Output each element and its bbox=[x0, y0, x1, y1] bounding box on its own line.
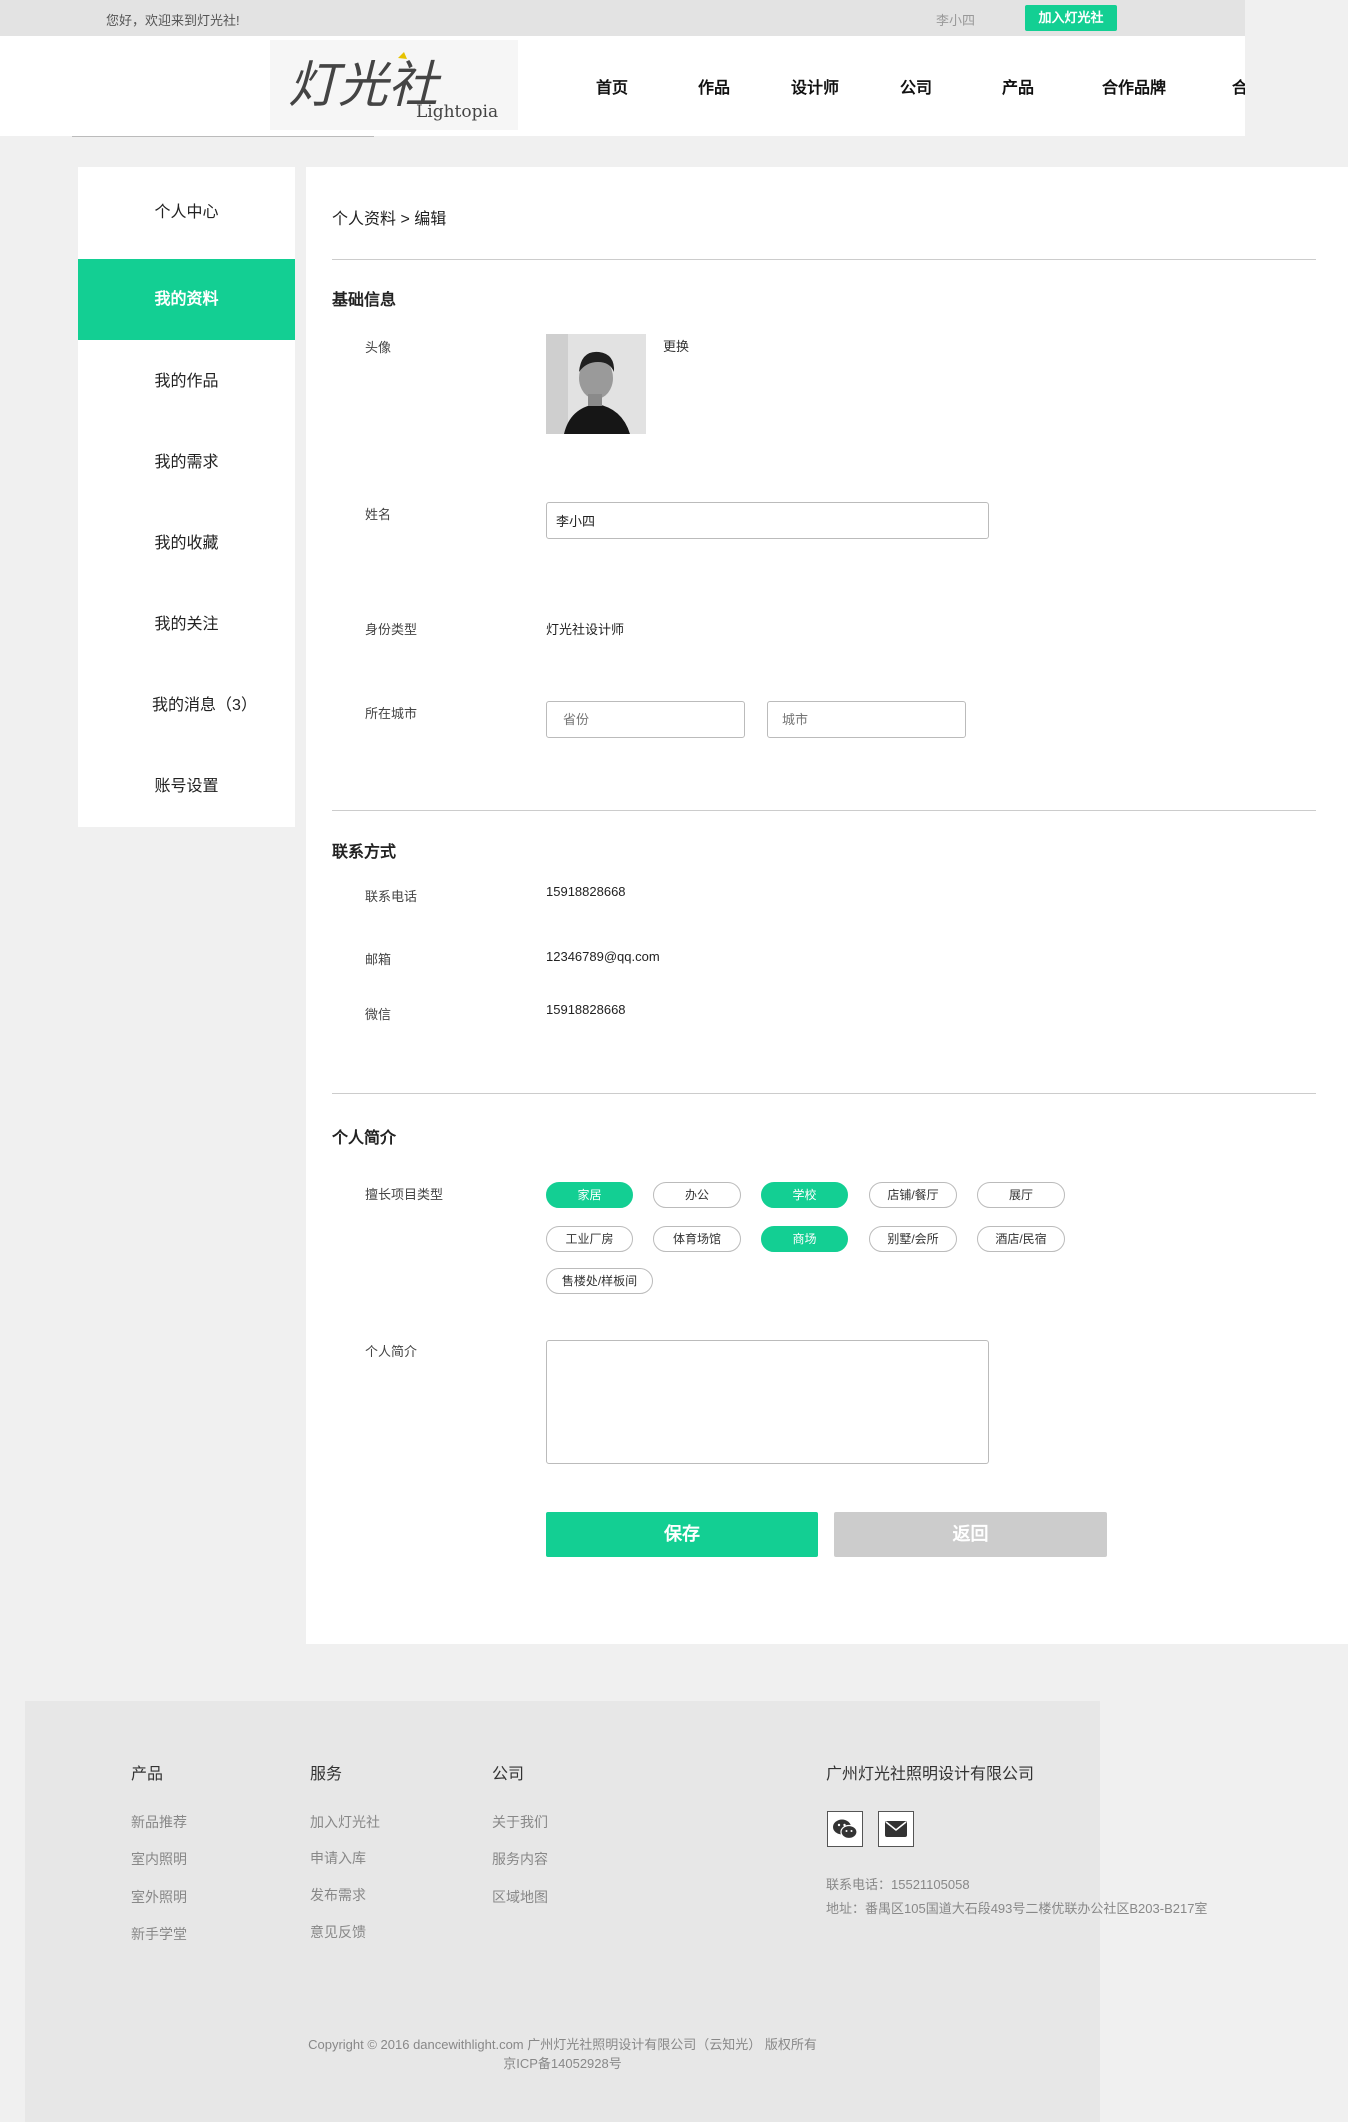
change-avatar-link[interactable]: 更换 bbox=[663, 336, 689, 355]
tag-shop-restaurant[interactable]: 店铺/餐厅 bbox=[869, 1182, 957, 1208]
footer-link[interactable]: 加入灯光社 bbox=[310, 1812, 380, 1832]
nav-works[interactable]: 作品 bbox=[698, 74, 730, 98]
join-button[interactable]: 加入灯光社 bbox=[1025, 5, 1117, 31]
sidebar-item-my-demands[interactable]: 我的需求 bbox=[78, 422, 295, 503]
province-select[interactable] bbox=[546, 701, 745, 738]
site-logo[interactable]: 灯光社 Lightopia bbox=[270, 40, 518, 130]
wechat-value: 15918828668 bbox=[546, 1002, 626, 1017]
footer-link[interactable]: 服务内容 bbox=[492, 1849, 548, 1869]
mail-icon[interactable] bbox=[878, 1811, 914, 1847]
footer-address: 地址：番禺区105国道大石段493号二楼优联办公社区B203-B217室 bbox=[826, 1901, 1208, 1916]
footer-link[interactable]: 申请入库 bbox=[310, 1848, 366, 1868]
footer-link[interactable]: 意见反馈 bbox=[310, 1922, 366, 1942]
city-select[interactable] bbox=[767, 701, 966, 738]
logo-graphic: 灯光社 Lightopia bbox=[288, 52, 498, 122]
welcome-text: 您好，欢迎来到灯光社! bbox=[106, 13, 240, 28]
breadcrumb: 个人资料 > 编辑 bbox=[332, 211, 447, 228]
divider bbox=[332, 1093, 1316, 1094]
sidebar-item-my-profile[interactable]: 我的资料 bbox=[78, 259, 295, 340]
tag-sales-center[interactable]: 售楼处/样板间 bbox=[546, 1268, 653, 1294]
avatar[interactable] bbox=[546, 334, 646, 434]
nav-home[interactable]: 首页 bbox=[596, 74, 628, 98]
footer-title-company: 公司 bbox=[492, 1766, 525, 1783]
city-label: 所在城市 bbox=[365, 706, 418, 721]
bio-label: 个人简介 bbox=[365, 1344, 418, 1359]
wechat-glyph bbox=[833, 1819, 858, 1840]
tag-showroom[interactable]: 展厅 bbox=[977, 1182, 1065, 1208]
save-button[interactable]: 保存 bbox=[546, 1512, 818, 1557]
footer-link[interactable]: 新品推荐 bbox=[131, 1812, 187, 1832]
footer-link[interactable]: 室内照明 bbox=[131, 1849, 187, 1869]
divider bbox=[332, 810, 1316, 811]
tag-school[interactable]: 学校 bbox=[761, 1182, 848, 1208]
avatar-photo bbox=[546, 334, 646, 434]
header-divider bbox=[72, 136, 374, 137]
divider bbox=[332, 259, 1316, 260]
email-value: 12346789@qq.com bbox=[546, 949, 660, 964]
phone-value: 15918828668 bbox=[546, 884, 626, 899]
footer-link[interactable]: 发布需求 bbox=[310, 1885, 366, 1905]
footer-link[interactable]: 关于我们 bbox=[492, 1812, 548, 1832]
section-title-basic: 基础信息 bbox=[332, 292, 397, 309]
section-title-contact: 联系方式 bbox=[332, 844, 397, 861]
tag-stadium[interactable]: 体育场馆 bbox=[653, 1226, 741, 1252]
bio-textarea[interactable] bbox=[546, 1340, 989, 1464]
identity-value: 灯光社设计师 bbox=[546, 622, 625, 637]
sidebar-item-account-settings[interactable]: 账号设置 bbox=[78, 746, 295, 827]
avatar-label: 头像 bbox=[365, 340, 392, 355]
footer-title-product: 产品 bbox=[131, 1766, 164, 1783]
sidebar-item-my-works[interactable]: 我的作品 bbox=[78, 341, 295, 422]
tag-office[interactable]: 办公 bbox=[653, 1182, 741, 1208]
section-title-intro: 个人简介 bbox=[332, 1130, 397, 1147]
sidebar-item-my-follows[interactable]: 我的关注 bbox=[78, 584, 295, 665]
wechat-label: 微信 bbox=[365, 1007, 392, 1022]
sidebar-item-my-messages[interactable]: 我的消息（3） bbox=[96, 665, 313, 746]
tag-mall[interactable]: 商场 bbox=[761, 1226, 848, 1252]
footer-company-name: 广州灯光社照明设计有限公司 bbox=[826, 1766, 1035, 1783]
project-types-label: 擅长项目类型 bbox=[365, 1187, 444, 1202]
tag-factory[interactable]: 工业厂房 bbox=[546, 1226, 633, 1252]
mail-glyph bbox=[885, 1821, 907, 1837]
nav-companies[interactable]: 公司 bbox=[900, 74, 932, 98]
tag-home[interactable]: 家居 bbox=[546, 1182, 633, 1208]
footer-link[interactable]: 新手学堂 bbox=[131, 1924, 187, 1944]
footer-copyright: Copyright © 2016 dancewithlight.com 广州灯光… bbox=[308, 2037, 817, 2052]
footer-icp[interactable]: 京ICP备14052928号 bbox=[25, 2053, 1100, 2072]
tag-villa-club[interactable]: 别墅/会所 bbox=[869, 1226, 957, 1252]
footer-title-service: 服务 bbox=[310, 1766, 343, 1783]
user-name-link[interactable]: 李小四 bbox=[936, 10, 975, 29]
name-label: 姓名 bbox=[365, 507, 392, 522]
footer-link[interactable]: 室外照明 bbox=[131, 1887, 187, 1907]
footer-phone: 联系电话：15521105058 bbox=[826, 1877, 970, 1892]
nav-products[interactable]: 产品 bbox=[1002, 74, 1034, 98]
svg-text:Lightopia: Lightopia bbox=[416, 102, 498, 122]
identity-label: 身份类型 bbox=[365, 622, 418, 637]
sidebar-item-personal-center[interactable]: 个人中心 bbox=[78, 172, 295, 253]
phone-label: 联系电话 bbox=[365, 889, 418, 904]
nav-partner-brands[interactable]: 合作品牌 bbox=[1102, 74, 1166, 98]
name-field[interactable] bbox=[546, 502, 989, 539]
wechat-icon[interactable] bbox=[827, 1811, 863, 1847]
email-label: 邮箱 bbox=[365, 952, 392, 967]
sidebar-item-my-favorites[interactable]: 我的收藏 bbox=[78, 503, 295, 584]
back-button[interactable]: 返回 bbox=[834, 1512, 1107, 1557]
nav-designers[interactable]: 设计师 bbox=[791, 74, 839, 98]
nav-more[interactable]: 合 bbox=[1232, 74, 1245, 98]
tag-hotel-homestay[interactable]: 酒店/民宿 bbox=[977, 1226, 1065, 1252]
footer-link[interactable]: 区域地图 bbox=[492, 1887, 548, 1907]
